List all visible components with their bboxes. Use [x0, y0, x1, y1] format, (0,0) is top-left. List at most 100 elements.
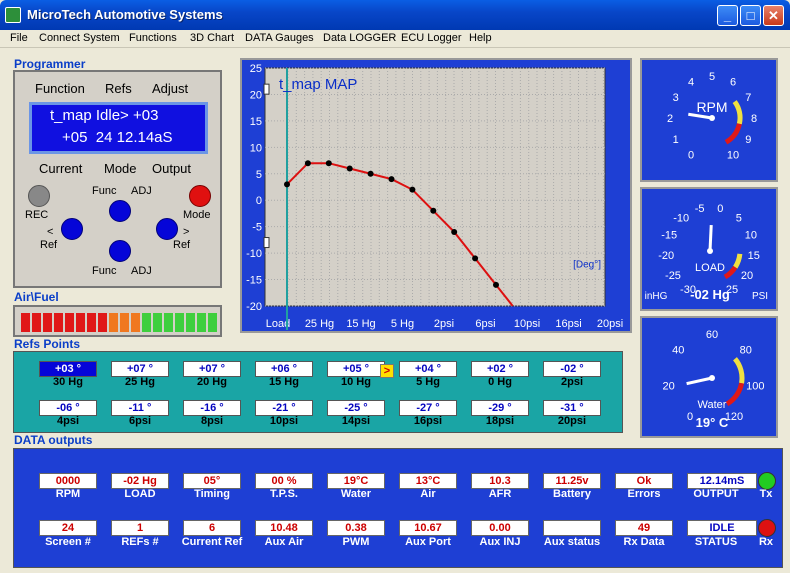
maximize-button[interactable]: □ — [740, 5, 761, 26]
programmer-header-refs: Refs — [105, 81, 132, 96]
chart-y-tick-label: 5 — [256, 169, 262, 181]
menu-3d-chart[interactable]: 3D Chart — [190, 32, 234, 44]
data-output-label: Aux INJ — [479, 536, 521, 548]
chart-y-tick-label: -20 — [246, 301, 262, 313]
gauge-tick-label: 6 — [730, 77, 736, 89]
menu-data-logger[interactable]: Data LOGGER — [323, 32, 396, 44]
current-ref-pointer: > — [380, 364, 394, 378]
airfuel-segment — [164, 313, 173, 332]
ref-point-value[interactable]: +07 ° — [183, 361, 241, 377]
title-bar: MicroTech Automotive Systems _ □ ✕ — [0, 0, 790, 30]
rx-label: Rx — [758, 536, 774, 548]
lcd-line-1: t_map Idle> +03 — [50, 107, 159, 124]
ref-point-label: 16psi — [413, 415, 443, 427]
gauge-tick-label: 5 — [736, 213, 742, 225]
func-down-button[interactable] — [109, 240, 131, 262]
chart-plot-area — [264, 67, 606, 307]
menu-help[interactable]: Help — [469, 32, 492, 44]
chart-data-point — [430, 207, 437, 214]
ref-point-value[interactable]: +02 ° — [471, 361, 529, 377]
gauge-tick-label: 0 — [687, 411, 693, 423]
ref-point-value[interactable]: -31 ° — [543, 400, 601, 416]
ref-point-value[interactable]: -02 ° — [543, 361, 601, 377]
data-output-value: 00 % — [255, 473, 313, 489]
gauge-tick-label: 60 — [706, 329, 718, 341]
ref-point-label: 2psi — [560, 376, 583, 388]
airfuel-segment — [142, 313, 151, 332]
gauge-tick-label: 20 — [741, 270, 753, 282]
timing-map-chart: 25 20 15 10 5 0 -5 -10 -15 -20 Load 25 Hg 15 Hg 5 Hg 2… — [240, 58, 632, 333]
func-up-button[interactable] — [109, 200, 131, 222]
menu-functions[interactable]: Functions — [129, 32, 177, 44]
airfuel-segment — [43, 313, 52, 332]
load-gauge: -30 -25 -20 -15 -10 -5 0 5 10 15 20 25 LOAD -02 Hg inH… — [640, 187, 778, 311]
airfuel-segment — [208, 313, 217, 332]
gauge-right-unit: PSI — [752, 291, 768, 302]
data-output-value: 49 — [615, 520, 673, 536]
airfuel-segment — [120, 313, 129, 332]
menu-data-gauges[interactable]: DATA Gauges — [245, 32, 314, 44]
chart-data-point — [493, 281, 499, 288]
lcd-line-2: +05 24 12.14aS — [62, 129, 173, 146]
airfuel-segment — [153, 313, 162, 332]
gauge-tick-label: 4 — [688, 77, 694, 89]
chart-y-tick-label: 20 — [250, 89, 262, 101]
airfuel-segment — [98, 313, 107, 332]
airfuel-segment — [32, 313, 41, 332]
ref-point-value[interactable]: +06 ° — [255, 361, 313, 377]
ref-point-label: 25 Hg — [125, 376, 155, 388]
gauge-tick-label: 80 — [740, 345, 752, 357]
ref-point-value[interactable]: -25 ° — [327, 400, 385, 416]
gauge-tick-label: 10 — [745, 230, 757, 242]
ref-point-value[interactable]: -11 ° — [111, 400, 169, 416]
gauge-warning-arc — [732, 357, 745, 384]
ref-point-value[interactable]: -27 ° — [399, 400, 457, 416]
ref-point-label: 6psi — [128, 415, 151, 427]
programmer-header-function: Function — [35, 81, 85, 96]
ref-point-value[interactable]: -21 ° — [255, 400, 313, 416]
ref-right-label: Ref — [173, 239, 191, 251]
ref-point-value[interactable]: +04 ° — [399, 361, 457, 377]
ref-point-value[interactable]: -16 ° — [183, 400, 241, 416]
ref-left-button[interactable] — [61, 218, 83, 240]
chart-data-point — [388, 176, 395, 183]
gauge-tick-label: -20 — [658, 250, 674, 262]
data-output-label: Water — [340, 488, 372, 500]
airfuel-title: Air\Fuel — [14, 290, 59, 304]
menu-connect-system[interactable]: Connect System — [39, 32, 120, 44]
gauge-tick-label: -15 — [661, 230, 677, 242]
gauge-label: Water — [698, 399, 727, 411]
ref-point-value[interactable]: +07 ° — [111, 361, 169, 377]
minimize-button[interactable]: _ — [717, 5, 738, 26]
ref-right-button[interactable] — [156, 218, 178, 240]
airfuel-segment — [21, 313, 30, 332]
mode-indicator — [189, 185, 211, 207]
ref-point-value[interactable]: +03 ° — [39, 361, 97, 377]
chart-x-tick-label: 6psi — [475, 318, 495, 330]
data-output-value: -02 Hg — [111, 473, 169, 489]
close-button[interactable]: ✕ — [763, 5, 784, 26]
menu-file[interactable]: File — [10, 32, 28, 44]
programmer-label-mode: Mode — [104, 161, 137, 176]
ref-point-value[interactable]: -06 ° — [39, 400, 97, 416]
ref-point-label: 20psi — [557, 415, 587, 427]
data-outputs-panel: 0000 RPM -02 Hg LOAD 05° Timing 00 % T.P.S. 19°C… — [13, 448, 783, 568]
ref-point-label: 20 Hg — [197, 376, 227, 388]
water-gauge: 0 20 40 60 80 100 120 Water 19° C — [640, 316, 778, 438]
gauge-needle — [708, 224, 713, 252]
data-output-value: 6 — [183, 520, 241, 536]
chart-y-tick-label: 25 — [250, 63, 262, 75]
menu-ecu-logger[interactable]: ECU Logger — [401, 32, 462, 44]
ref-point-label: 0 Hg — [488, 376, 512, 388]
rec-indicator — [28, 185, 50, 207]
ref-point-label: 5 Hg — [416, 376, 440, 388]
ref-point-value[interactable]: +05 ° — [327, 361, 385, 377]
ref-point-label: 15 Hg — [269, 376, 299, 388]
chart-x-tick-label: 5 Hg — [391, 318, 414, 330]
ref-point-value[interactable]: -29 ° — [471, 400, 529, 416]
data-output-label: LOAD — [124, 488, 156, 500]
chart-y-tick-label: -5 — [252, 222, 262, 234]
adj-top-label: ADJ — [131, 185, 152, 197]
programmer-lcd: t_map Idle> +03 +05 24 12.14aS — [29, 102, 208, 154]
data-output-label: PWM — [342, 536, 370, 548]
